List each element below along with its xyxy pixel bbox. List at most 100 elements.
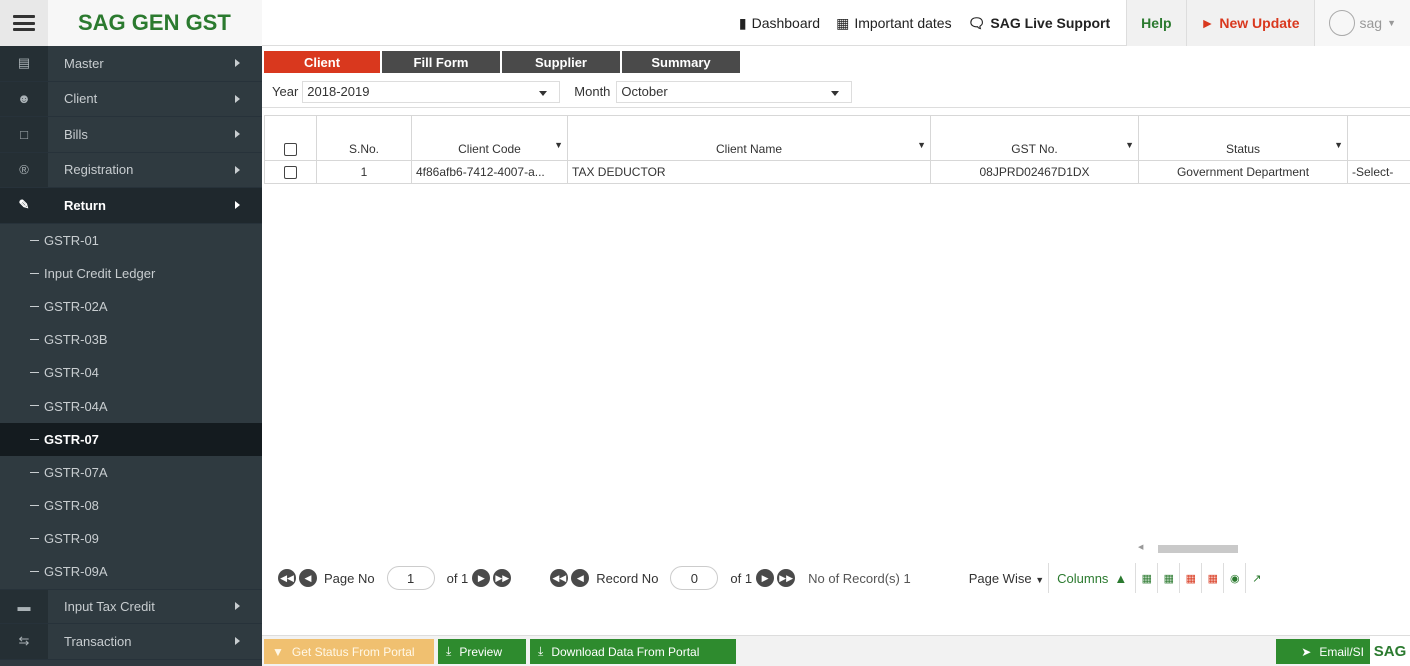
bills-icon: □ [0,117,48,152]
cell-client-code: 4f86afb6-7412-4007-a... [411,160,568,184]
year-select[interactable]: 2018-2019 [302,80,561,103]
sidebar-item-client[interactable]: ☻ Client [0,81,262,117]
prev-page-icon[interactable]: ◀ [299,569,317,587]
user-menu[interactable]: sag ▼ [1313,0,1410,46]
filter-bar: Year 2018-2019 Month October [262,76,1410,108]
print-icon[interactable]: ▦ [1201,563,1223,593]
next-record-icon[interactable]: ▶ [756,569,775,587]
tab-bar: Client Fill Form Supplier Summary [264,51,742,73]
edit-icon: ✎ [0,188,48,223]
cell-client-name: TAX DEDUCTOR [567,160,931,184]
dashboard-link[interactable]: ▮ Dashboard [731,0,828,46]
download-icon: ⤓ [538,644,544,658]
exchange-icon: ⇆ [0,624,48,659]
tab-summary[interactable]: Summary [622,51,742,73]
sidebar-sub-input-credit-ledger[interactable]: Input Credit Ledger [0,257,262,290]
sidebar-sub-gstr-08[interactable]: GSTR-08 [0,489,262,522]
record-of-label: of 1 [730,570,753,586]
columns-button[interactable]: Columns ▲ [1048,563,1135,593]
filter-icon[interactable]: ▼ [917,140,926,150]
scrollbar-thumb[interactable] [1158,545,1238,553]
col-header-gst-no[interactable]: GST No. ▼ [930,137,1139,161]
select-all-cell[interactable] [264,137,317,161]
sidebar-item-master[interactable]: ▤ Master [0,46,262,82]
sidebar-item-registration[interactable]: ® Registration [0,152,262,188]
download-data-button[interactable]: ⤓ Download Data From Portal [530,639,736,664]
sidebar-sub-gstr-04[interactable]: GSTR-04 [0,356,262,389]
caret-down-icon [539,90,548,96]
sidebar-item-label: Master [64,55,104,71]
sidebar-sub-gstr-01[interactable]: GSTR-01 [0,224,262,257]
col-header-sno[interactable]: S.No. [316,137,412,161]
send-icon: ➤ [1301,644,1312,659]
cell-sno: 1 [316,160,412,184]
arrow-up-icon: ▲ [1114,570,1128,586]
col-header-client-name[interactable]: Client Name ▼ [567,137,931,161]
expand-icon[interactable]: ↗ [1245,563,1267,593]
filter-icon[interactable]: ▼ [1125,140,1134,150]
filter-icon[interactable]: ▼ [554,140,563,150]
get-status-button[interactable]: ▼ Get Status From Portal [264,639,434,664]
excel-icon[interactable]: ▦ [1135,563,1157,593]
page-no-input[interactable]: 1 [386,566,435,590]
sidebar-sub-gstr-07a[interactable]: GSTR-07A [0,456,262,489]
sidebar-item-input-tax-credit[interactable]: ▬ Input Tax Credit [0,588,262,625]
tab-fill-form[interactable]: Fill Form [382,51,502,73]
last-record-icon[interactable]: ▶▶ [777,569,796,587]
col-header-status[interactable]: Status ▼ [1138,137,1348,161]
dashboard-label: Dashboard [751,15,821,31]
sidebar-item-label: Client [64,91,98,107]
cell-select[interactable]: -Select- [1347,160,1410,184]
filter-icon[interactable]: ▼ [1334,140,1343,150]
sidebar-item-label: Return [64,197,106,213]
email-button[interactable]: ➤ Email/SI [1276,639,1372,664]
sidebar-item-return[interactable]: ✎ Return [0,188,262,224]
sidebar-item-transaction[interactable]: ⇆ Transaction [0,624,262,660]
preview-button[interactable]: ⤓ Preview [438,639,526,664]
month-value: October [621,84,668,99]
col-header-client-code[interactable]: Client Code ▼ [411,137,568,161]
sidebar-item-bills[interactable]: □ Bills [0,117,262,153]
excel-export-icon[interactable]: ▦ [1157,563,1179,593]
tab-client[interactable]: Client [264,51,382,73]
horizontal-scrollbar[interactable]: ◀ [1132,543,1410,553]
month-select[interactable]: October [616,80,853,103]
sidebar-sub-gstr-02a[interactable]: GSTR-02A [0,290,262,323]
tab-supplier[interactable]: Supplier [502,51,622,73]
sidebar-sub-gstr-09[interactable]: GSTR-09 [0,522,262,555]
app-brand: SAG GEN GST [48,0,262,46]
col-header-extra[interactable] [1347,137,1410,161]
chevron-right-icon [235,130,240,139]
chevron-right-icon [235,201,240,210]
cell-status: Government Department [1138,160,1348,184]
menu-toggle-button[interactable] [0,0,48,46]
new-update-link[interactable]: ► New Update [1185,0,1314,46]
tag-icon: ► [1200,15,1215,31]
prev-record-icon[interactable]: ◀ [571,569,590,587]
help-link[interactable]: Help [1126,0,1186,46]
row-checkbox[interactable] [284,166,297,180]
next-page-icon[interactable]: ▶ [472,569,491,587]
first-record-icon[interactable]: ◀◀ [550,569,569,587]
main-content: Client Fill Form Supplier Summary Year 2… [262,46,1410,666]
sidebar-item-label: Bills [64,126,88,142]
sidebar-sub-gstr-04a[interactable]: GSTR-04A [0,389,262,422]
table-row[interactable]: 1 4f86afb6-7412-4007-a... TAX DEDUCTOR 0… [264,160,1410,184]
scroll-left-icon[interactable]: ◀ [1138,543,1143,551]
important-dates-link[interactable]: ▦ Important dates [828,0,960,46]
page-of-label: of 1 [446,570,469,586]
eye-icon[interactable]: ◉ [1223,563,1245,593]
last-page-icon[interactable]: ▶▶ [493,569,512,587]
page-wise-select[interactable]: Page Wise ▼ [969,571,1044,586]
sidebar-sub-gstr-03b[interactable]: GSTR-03B [0,323,262,356]
record-no-label: Record No [596,570,659,586]
chevron-right-icon [235,637,240,646]
pdf-icon[interactable]: ▦ [1179,563,1201,593]
record-no-input[interactable]: 0 [670,566,719,590]
sidebar-sub-gstr-07[interactable]: GSTR-07 [0,422,262,456]
first-page-icon[interactable]: ◀◀ [278,569,296,587]
live-support-link[interactable]: 🗨 SAG Live Support [960,0,1127,46]
sidebar-sub-gstr-09a[interactable]: GSTR-09A [0,555,262,588]
top-bar: SAG GEN GST ▮ Dashboard ▦ Important date… [0,0,1410,46]
select-all-checkbox[interactable] [284,142,297,156]
